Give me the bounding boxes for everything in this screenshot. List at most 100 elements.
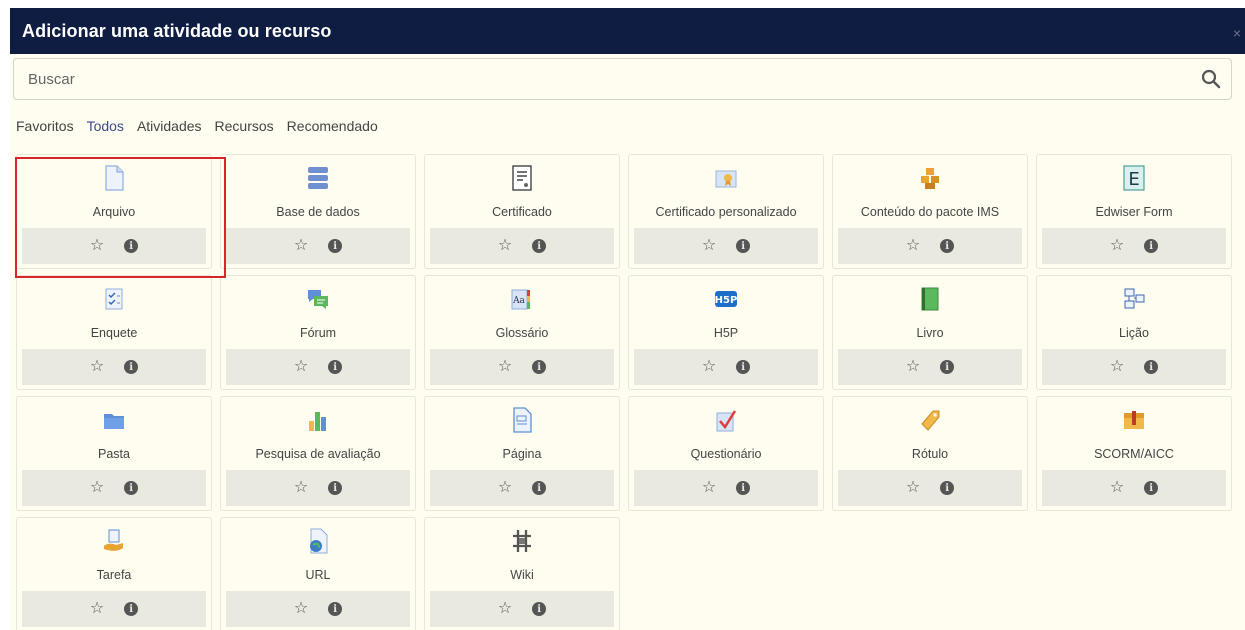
activity-card-scorm[interactable]: SCORM/AICC ☆ i xyxy=(1036,396,1232,511)
info-icon[interactable]: i xyxy=(328,239,343,253)
info-icon[interactable]: i xyxy=(124,602,139,616)
activity-card-label: Rótulo xyxy=(911,447,949,461)
activity-card-footer: ☆ i xyxy=(1042,228,1226,264)
quiz-icon xyxy=(715,407,737,433)
info-icon[interactable]: i xyxy=(940,481,955,495)
star-icon[interactable]: ☆ xyxy=(498,238,512,254)
info-icon[interactable]: i xyxy=(532,481,547,495)
info-icon[interactable]: i xyxy=(532,602,547,616)
info-icon[interactable]: i xyxy=(736,239,751,253)
star-icon[interactable]: ☆ xyxy=(90,359,104,375)
activity-card-label: Pasta xyxy=(98,447,130,461)
star-icon[interactable]: ☆ xyxy=(702,480,716,496)
star-icon[interactable]: ☆ xyxy=(90,601,104,617)
tab-recursos[interactable]: Recursos xyxy=(215,118,274,134)
activity-card-folder[interactable]: Pasta ☆ i xyxy=(16,396,212,511)
h5p-icon: H5P xyxy=(715,286,737,312)
info-icon[interactable]: i xyxy=(1144,360,1159,374)
activity-card-book[interactable]: Livro ☆ i xyxy=(832,275,1028,390)
activity-card-footer: ☆ i xyxy=(226,228,410,264)
star-icon[interactable]: ☆ xyxy=(294,359,308,375)
info-icon[interactable]: i xyxy=(328,360,343,374)
activity-card-footer: ☆ i xyxy=(226,470,410,506)
activity-card-quiz[interactable]: Questionário ☆ i xyxy=(628,396,824,511)
book-icon xyxy=(919,286,941,312)
activity-card-label: Livro xyxy=(916,326,944,340)
info-icon[interactable]: i xyxy=(532,360,547,374)
label-icon xyxy=(919,407,941,433)
activity-card-ims-package[interactable]: Conteúdo do pacote IMS ☆ i xyxy=(832,154,1028,269)
info-icon[interactable]: i xyxy=(328,602,343,616)
activity-card-database[interactable]: Base de dados ☆ i xyxy=(220,154,416,269)
info-icon[interactable]: i xyxy=(736,360,751,374)
info-icon[interactable]: i xyxy=(940,360,955,374)
activity-card-file[interactable]: Arquivo ☆ i xyxy=(16,154,212,269)
star-icon[interactable]: ☆ xyxy=(906,238,920,254)
star-icon[interactable]: ☆ xyxy=(702,359,716,375)
star-icon[interactable]: ☆ xyxy=(1110,480,1124,496)
activity-card-footer: ☆ i xyxy=(430,228,614,264)
info-icon[interactable]: i xyxy=(532,239,547,253)
tab-recomendado[interactable]: Recomendado xyxy=(287,118,378,134)
star-icon[interactable]: ☆ xyxy=(1110,359,1124,375)
category-tabs: Favoritos Todos Atividades Recursos Reco… xyxy=(16,118,391,134)
star-icon[interactable]: ☆ xyxy=(498,480,512,496)
ims-package-icon xyxy=(919,165,941,191)
activity-card-glossary[interactable]: Aa Glossário ☆ i xyxy=(424,275,620,390)
star-icon[interactable]: ☆ xyxy=(1110,238,1124,254)
lesson-icon xyxy=(1123,286,1145,312)
scorm-icon xyxy=(1123,407,1145,433)
info-icon[interactable]: i xyxy=(124,360,139,374)
info-icon[interactable]: i xyxy=(328,481,343,495)
glossary-icon: Aa xyxy=(511,286,533,312)
activity-card-footer: ☆ i xyxy=(226,349,410,385)
activity-card-label: Fórum xyxy=(299,326,337,340)
activity-card-footer: ☆ i xyxy=(22,470,206,506)
activity-card-poll[interactable]: Enquete ☆ i xyxy=(16,275,212,390)
database-icon xyxy=(307,165,329,191)
activity-card-wiki[interactable]: Wiki ☆ i xyxy=(424,517,620,630)
activity-card-label: SCORM/AICC xyxy=(1094,447,1174,461)
activity-card-feedback[interactable]: Pesquisa de avaliação ☆ i xyxy=(220,396,416,511)
star-icon[interactable]: ☆ xyxy=(294,238,308,254)
activity-card-page[interactable]: Página ☆ i xyxy=(424,396,620,511)
activity-card-h5p[interactable]: H5P H5P ☆ i xyxy=(628,275,824,390)
star-icon[interactable]: ☆ xyxy=(498,601,512,617)
star-icon[interactable]: ☆ xyxy=(294,601,308,617)
activity-card-label: Página xyxy=(502,447,542,461)
search-icon[interactable] xyxy=(1191,59,1231,99)
info-icon[interactable]: i xyxy=(940,239,955,253)
info-icon[interactable]: i xyxy=(1144,481,1159,495)
custom-certificate-icon xyxy=(715,165,737,191)
activity-card-label[interactable]: Rótulo ☆ i xyxy=(832,396,1028,511)
activity-card-edwiser-form[interactable]: E Edwiser Form ☆ i xyxy=(1036,154,1232,269)
activity-card-label: URL xyxy=(305,568,331,582)
activity-card-custom-certificate[interactable]: Certificado personalizado ☆ i xyxy=(628,154,824,269)
tab-atividades[interactable]: Atividades xyxy=(137,118,202,134)
star-icon[interactable]: ☆ xyxy=(906,359,920,375)
activity-card-footer: ☆ i xyxy=(838,470,1022,506)
star-icon[interactable]: ☆ xyxy=(90,480,104,496)
info-icon[interactable]: i xyxy=(124,239,139,253)
activity-card-certificate[interactable]: Certificado ☆ i xyxy=(424,154,620,269)
activity-card-footer: ☆ i xyxy=(430,470,614,506)
activity-card-assignment[interactable]: Tarefa ☆ i xyxy=(16,517,212,630)
star-icon[interactable]: ☆ xyxy=(498,359,512,375)
info-icon[interactable]: i xyxy=(1144,239,1159,253)
activity-card-url[interactable]: URL ☆ i xyxy=(220,517,416,630)
activity-card-label: Questionário xyxy=(690,447,762,461)
activity-card-forum[interactable]: Fórum ☆ i xyxy=(220,275,416,390)
certificate-icon xyxy=(511,165,533,191)
activity-card-lesson[interactable]: Lição ☆ i xyxy=(1036,275,1232,390)
star-icon[interactable]: ☆ xyxy=(294,480,308,496)
search-input[interactable] xyxy=(14,59,1191,99)
star-icon[interactable]: ☆ xyxy=(90,238,104,254)
star-icon[interactable]: ☆ xyxy=(702,238,716,254)
star-icon[interactable]: ☆ xyxy=(906,480,920,496)
info-icon[interactable]: i xyxy=(736,481,751,495)
tab-todos[interactable]: Todos xyxy=(87,118,124,134)
activity-card-label: Base de dados xyxy=(276,205,360,219)
close-button[interactable]: × xyxy=(1233,26,1241,40)
info-icon[interactable]: i xyxy=(124,481,139,495)
tab-favoritos[interactable]: Favoritos xyxy=(16,118,74,134)
